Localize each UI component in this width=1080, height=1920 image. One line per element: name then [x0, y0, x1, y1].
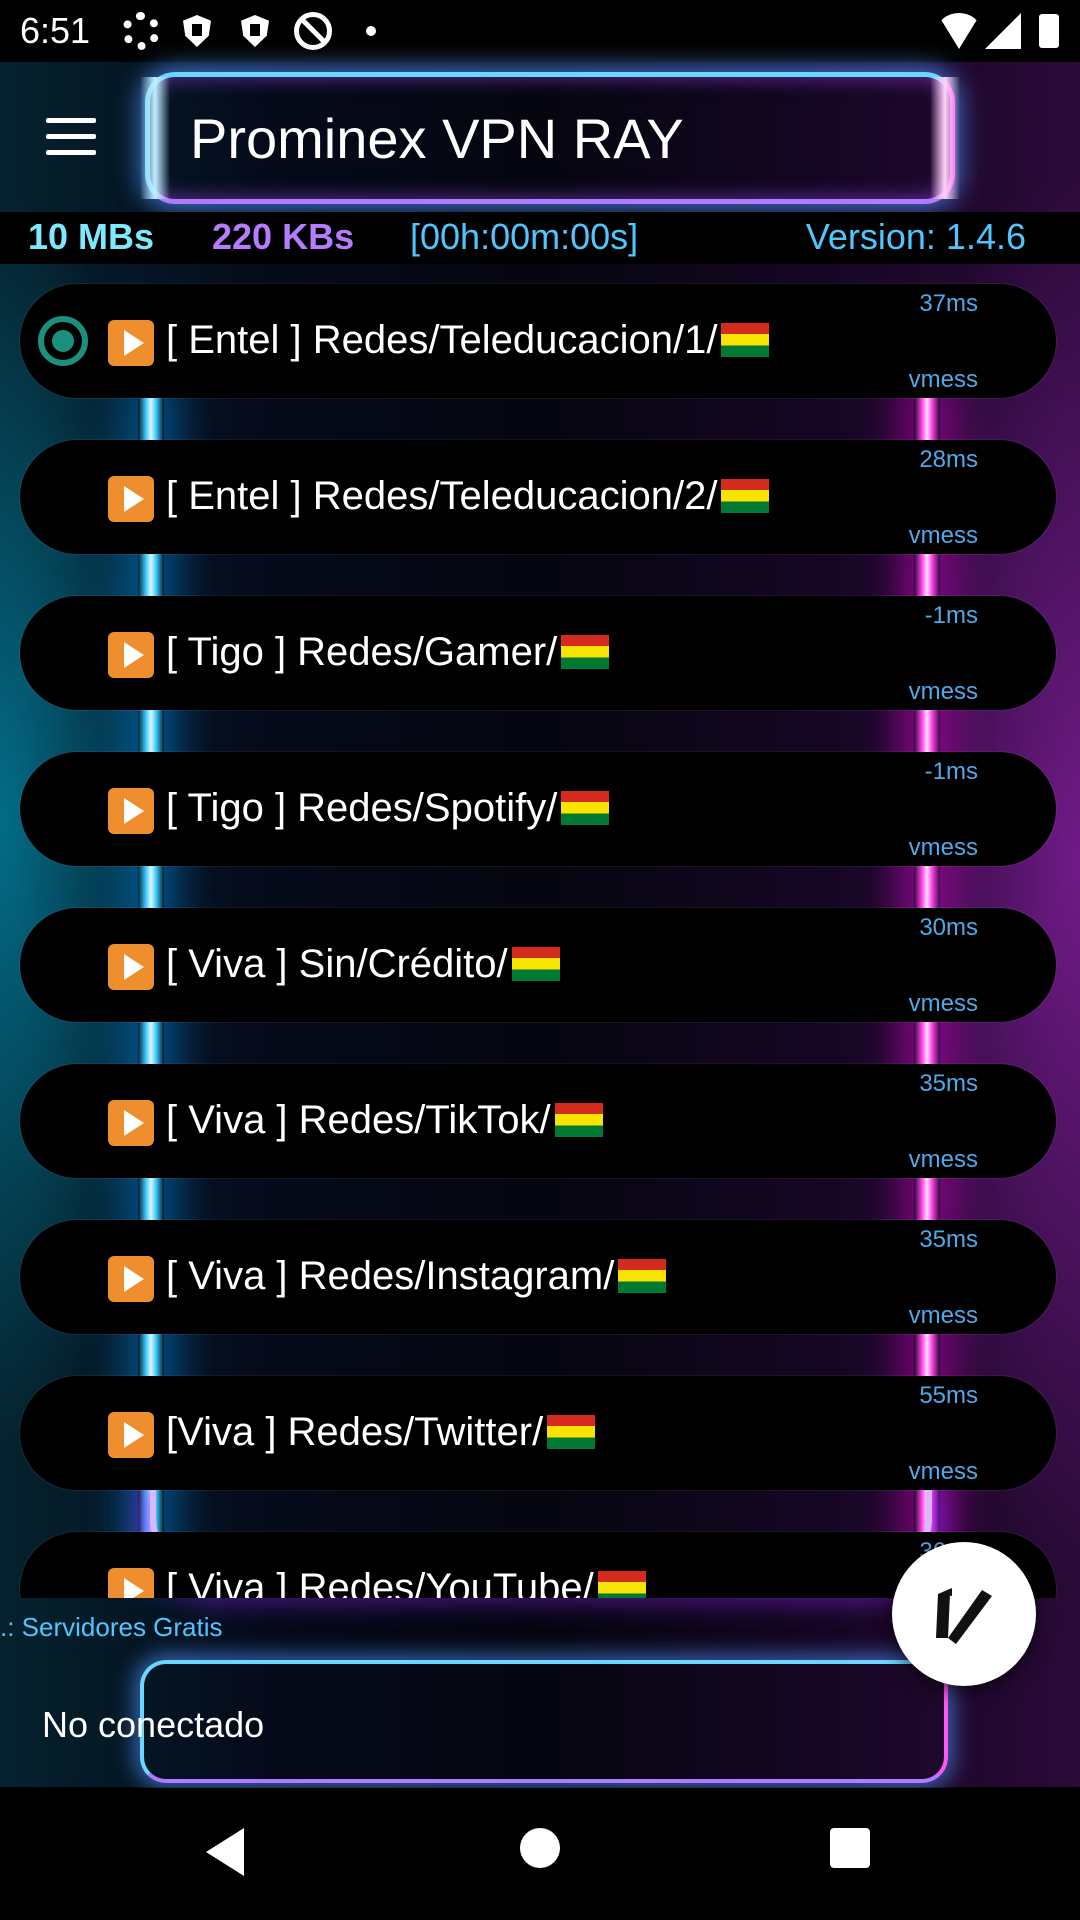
home-icon[interactable]: [520, 1828, 560, 1868]
play-icon: [108, 788, 154, 834]
server-item[interactable]: [ Viva ] Sin/Crédito/ 30ms vmess: [20, 908, 1056, 1022]
server-protocol: vmess: [908, 522, 978, 549]
server-item[interactable]: [ Tigo ] Redes/Spotify/ -1ms vmess: [20, 752, 1056, 866]
connection-panel: No conectado: [0, 1652, 1080, 1787]
server-protocol: vmess: [908, 366, 978, 393]
server-name: [ Entel ] Redes/Teleducacion/1/: [166, 318, 718, 362]
status-time: 6:51: [20, 10, 91, 51]
server-item[interactable]: [ Tigo ] Redes/Gamer/ -1ms vmess: [20, 596, 1056, 710]
server-name: [ Viva ] Redes/Instagram/: [166, 1254, 615, 1298]
server-ping: -1ms: [924, 602, 978, 629]
free-servers-label: .: Servidores Gratis: [0, 1612, 223, 1642]
server-protocol: vmess: [908, 1458, 978, 1485]
play-icon: [108, 476, 154, 522]
server-name: [ Viva ] Sin/Crédito/: [166, 942, 508, 986]
bolivia-flag-icon: [721, 323, 770, 357]
server-ping: -1ms: [924, 758, 978, 785]
server-ping: 37ms: [919, 290, 978, 317]
traffic-stats: 10 MBs 220 KBs [00h:00m:00s] Version: 1.…: [0, 212, 1080, 264]
server-item[interactable]: [ Entel ] Redes/Teleducacion/1/ 37ms vme…: [20, 284, 1056, 398]
bolivia-flag-icon: [721, 479, 770, 513]
server-name: [ Viva ] Redes/YouTube/: [166, 1566, 594, 1598]
shield-icon: [236, 12, 274, 50]
connect-button[interactable]: [892, 1542, 1036, 1686]
server-ping: 55ms: [919, 1382, 978, 1409]
bolivia-flag-icon: [618, 1259, 667, 1293]
navigation-bar: [0, 1788, 1080, 1920]
elapsed-time: [00h:00m:00s]: [410, 216, 639, 257]
server-protocol: vmess: [908, 834, 978, 861]
version-label: Version: 1.4.6: [805, 216, 1026, 257]
connection-status: No conectado: [42, 1704, 265, 1745]
battery-icon: [1030, 12, 1068, 50]
server-item[interactable]: [Viva ] Redes/Twitter/ 55ms vmess: [20, 1376, 1056, 1490]
server-ping: 35ms: [919, 1070, 978, 1097]
play-icon: [108, 1100, 154, 1146]
bolivia-flag-icon: [597, 1571, 646, 1598]
server-protocol: vmess: [908, 990, 978, 1017]
server-item[interactable]: [ Viva ] Redes/TikTok/ 35ms vmess: [20, 1064, 1056, 1178]
wifi-icon: [937, 12, 981, 50]
app-title: Prominex VPN RAY: [190, 107, 684, 170]
no-sync-icon: [294, 12, 332, 50]
gear-icon: [122, 12, 160, 50]
play-icon: [108, 1256, 154, 1302]
bolivia-flag-icon: [561, 635, 610, 669]
server-protocol: vmess: [908, 678, 978, 705]
server-list[interactable]: [ Entel ] Redes/Teleducacion/1/ 37ms vme…: [0, 278, 1080, 1598]
server-ping: 28ms: [919, 446, 978, 473]
server-protocol: vmess: [908, 1146, 978, 1173]
recents-icon[interactable]: [830, 1828, 870, 1868]
server-protocol: vmess: [908, 1302, 978, 1329]
download-stat: 10 MBs: [28, 216, 155, 257]
server-name: [ Tigo ] Redes/Gamer/: [166, 630, 558, 674]
upload-stat: 220 KBs: [212, 216, 355, 257]
server-name: [ Viva ] Redes/TikTok/: [166, 1098, 551, 1142]
play-icon: [108, 632, 154, 678]
back-icon[interactable]: [206, 1828, 244, 1876]
server-ping: 30ms: [919, 914, 978, 941]
server-name: [ Entel ] Redes/Teleducacion/2/: [166, 474, 718, 518]
dot-icon: [352, 12, 390, 50]
play-icon: [108, 1412, 154, 1458]
v-logo-icon: [934, 1586, 994, 1646]
bolivia-flag-icon: [511, 947, 560, 981]
play-icon: [108, 320, 154, 366]
selected-radio-icon[interactable]: [38, 316, 88, 366]
signal-icon: [984, 12, 1022, 50]
status-bar: 6:51: [0, 0, 1080, 62]
server-ping: 35ms: [919, 1226, 978, 1253]
app-bar: Prominex VPN RAY: [0, 62, 1080, 212]
server-item[interactable]: [ Entel ] Redes/Teleducacion/2/ 28ms vme…: [20, 440, 1056, 554]
server-item[interactable]: [ Viva ] Redes/Instagram/ 35ms vmess: [20, 1220, 1056, 1334]
server-name: [ Tigo ] Redes/Spotify/: [166, 786, 558, 830]
bolivia-flag-icon: [547, 1415, 596, 1449]
hamburger-menu-icon[interactable]: [46, 118, 98, 158]
bolivia-flag-icon: [554, 1103, 603, 1137]
shield-icon: [178, 12, 216, 50]
bolivia-flag-icon: [561, 791, 610, 825]
server-name: [Viva ] Redes/Twitter/: [166, 1410, 544, 1454]
play-icon: [108, 1568, 154, 1598]
play-icon: [108, 944, 154, 990]
